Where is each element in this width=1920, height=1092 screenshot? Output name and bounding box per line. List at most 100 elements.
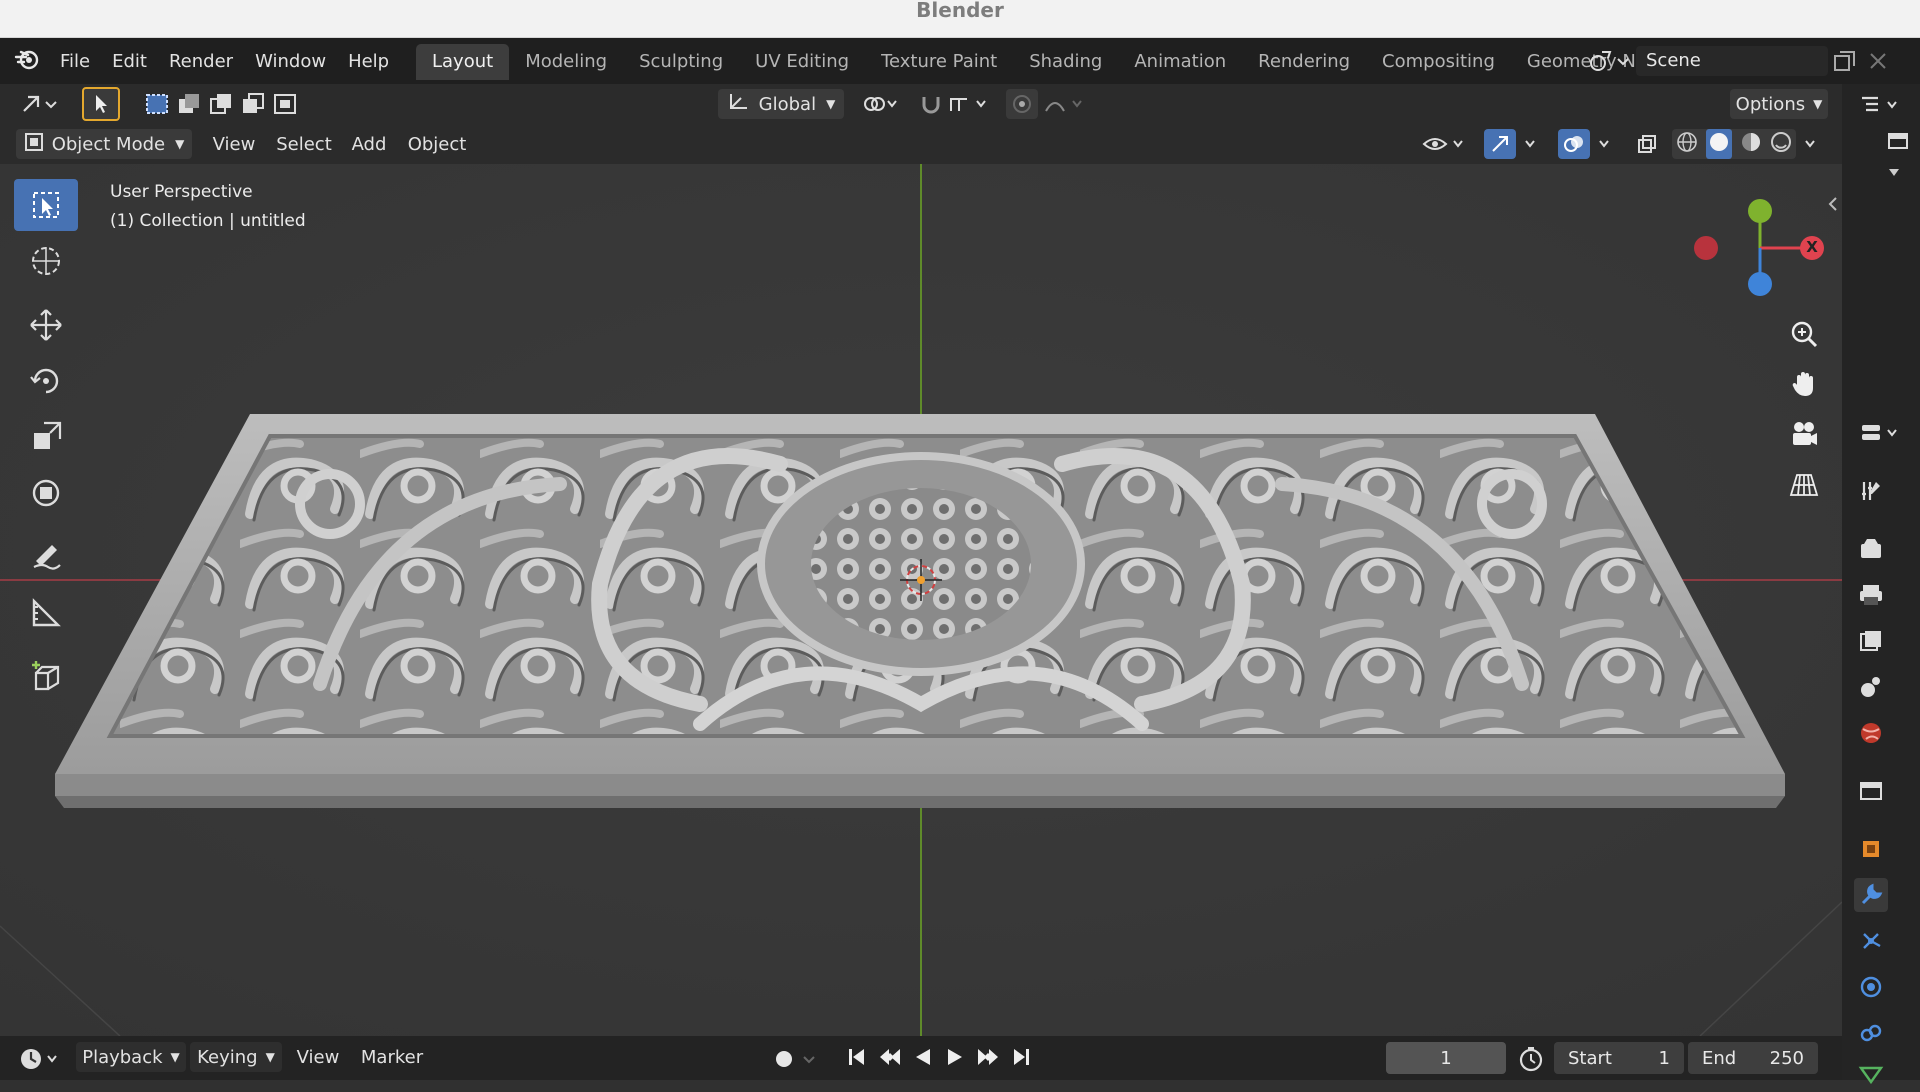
timeline-editor-type-icon[interactable] [18,1046,64,1072]
tab-uv-editing[interactable]: UV Editing [739,44,865,80]
world-properties-icon[interactable] [1854,716,1888,750]
tab-rendering[interactable]: Rendering [1242,44,1366,80]
menu-add[interactable]: Add [344,129,394,159]
gizmo-dropdown[interactable] [1518,129,1542,159]
editor-type-icon[interactable] [16,89,64,119]
menu-edit[interactable]: Edit [112,51,147,72]
new-scene-icon[interactable] [1832,48,1858,74]
properties-editor-type-icon[interactable] [1858,420,1906,446]
tab-layout[interactable]: Layout [416,44,510,80]
start-frame-field[interactable]: Start 1 [1554,1042,1684,1074]
tab-shading[interactable]: Shading [1013,44,1118,80]
shading-dropdown[interactable] [1798,129,1822,159]
playback-dropdown[interactable]: Playback ▼ [76,1042,186,1072]
left-toolbar [14,179,80,707]
wireframe-shading-icon[interactable] [1676,131,1698,157]
3d-viewport[interactable]: X [0,164,1842,1036]
jump-to-prev-keyframe-icon[interactable] [877,1046,903,1073]
outliner-collection-icon[interactable] [1886,130,1910,152]
selection-mode-icons[interactable] [144,90,300,118]
outliner-editor-type-icon[interactable] [1858,92,1906,118]
view-layer-properties-icon[interactable] [1854,624,1888,658]
tab-compositing[interactable]: Compositing [1366,44,1511,80]
tab-sculpting[interactable]: Sculpting [623,44,739,80]
main-menu: File Edit Render Window Help [14,38,389,84]
perspective-toggle-icon[interactable] [1782,462,1826,506]
particles-properties-icon[interactable] [1854,924,1888,958]
tab-texture-paint[interactable]: Texture Paint [865,44,1013,80]
delete-scene-icon[interactable] [1866,48,1890,74]
preview-range-clock-icon[interactable] [1516,1045,1546,1073]
outliner-expand-icon[interactable] [1886,164,1902,180]
add-cube-tool-icon[interactable] [14,651,78,703]
proportional-editing-icon[interactable] [1006,89,1038,119]
modifier-properties-icon[interactable] [1854,878,1888,912]
select-tool-icon[interactable] [82,87,120,121]
jump-to-next-keyframe-icon[interactable] [975,1046,1001,1073]
current-frame-field[interactable]: 1 [1386,1042,1506,1074]
overlays-dropdown[interactable] [1592,129,1616,159]
output-properties-icon[interactable] [1854,578,1888,612]
menu-window[interactable]: Window [255,51,326,72]
rotate-tool-icon[interactable] [14,355,78,407]
play-reverse-icon[interactable] [912,1046,934,1073]
jump-to-end-icon[interactable] [1010,1046,1032,1073]
timeline-view-menu[interactable]: View [292,1042,344,1072]
camera-view-icon[interactable] [1782,412,1826,456]
play-icon[interactable] [944,1046,966,1073]
snap-icon[interactable] [916,89,946,119]
scene-properties-icon[interactable] [1854,670,1888,704]
options-dropdown[interactable]: Options ▼ [1730,89,1828,119]
rendered-shading-icon[interactable] [1770,131,1792,157]
gizmo-z-axis [1748,272,1772,296]
render-properties-icon[interactable] [1854,532,1888,566]
blender-logo-icon[interactable] [14,48,40,75]
data-properties-icon[interactable] [1854,1058,1888,1092]
transform-tool-icon[interactable] [14,467,78,519]
record-dropdown-icon[interactable] [800,1047,818,1071]
record-keyframes-icon[interactable] [772,1047,796,1071]
snap-target-dropdown[interactable] [946,89,998,119]
physics-properties-icon[interactable] [1854,970,1888,1004]
gizmo-toggle-icon[interactable] [1484,129,1516,159]
scale-tool-icon[interactable] [14,411,78,463]
material-shading-icon[interactable] [1740,131,1762,157]
pan-hand-icon[interactable] [1782,362,1826,406]
xray-toggle-icon[interactable] [1632,129,1662,159]
cursor-tool-icon[interactable] [14,235,78,287]
tool-properties-icon[interactable] [1854,474,1888,508]
keying-dropdown[interactable]: Keying ▼ [190,1042,282,1072]
transform-orientation-dropdown[interactable]: Global ▼ [718,89,844,119]
collection-properties-icon[interactable] [1854,774,1888,808]
object-mode-icon [24,132,44,157]
tab-modeling[interactable]: Modeling [509,44,623,80]
timeline-marker-menu[interactable]: Marker [356,1042,428,1072]
menu-view[interactable]: View [204,129,264,159]
menu-object[interactable]: Object [400,129,474,159]
visibility-dropdown[interactable] [1420,129,1472,159]
pivot-point-dropdown[interactable] [858,89,904,119]
scene-selector-icon[interactable] [1588,48,1630,74]
menu-select[interactable]: Select [270,129,338,159]
sidebar-toggle-icon[interactable] [1826,192,1840,216]
jump-to-start-icon[interactable] [846,1046,868,1073]
annotate-tool-icon[interactable] [14,531,78,583]
solid-shading-icon[interactable] [1706,129,1732,159]
select-box-tool-icon[interactable] [14,179,78,231]
overlays-toggle-icon[interactable] [1558,129,1590,159]
measure-tool-icon[interactable] [14,587,78,639]
zoom-icon[interactable] [1782,312,1826,356]
constraints-properties-icon[interactable] [1854,1016,1888,1050]
end-frame-field[interactable]: End 250 [1688,1042,1818,1074]
menu-file[interactable]: File [60,51,90,72]
carved-panel-object [55,414,1785,808]
falloff-dropdown[interactable] [1040,89,1090,119]
tab-animation[interactable]: Animation [1118,44,1242,80]
menu-render[interactable]: Render [169,51,233,72]
scene-name-field[interactable]: Scene [1636,46,1828,76]
object-properties-icon[interactable] [1854,832,1888,866]
move-tool-icon[interactable] [14,299,78,351]
viewport-scene [0,164,1842,1036]
menu-help[interactable]: Help [348,51,389,72]
object-mode-dropdown[interactable]: Object Mode ▼ [16,129,192,159]
